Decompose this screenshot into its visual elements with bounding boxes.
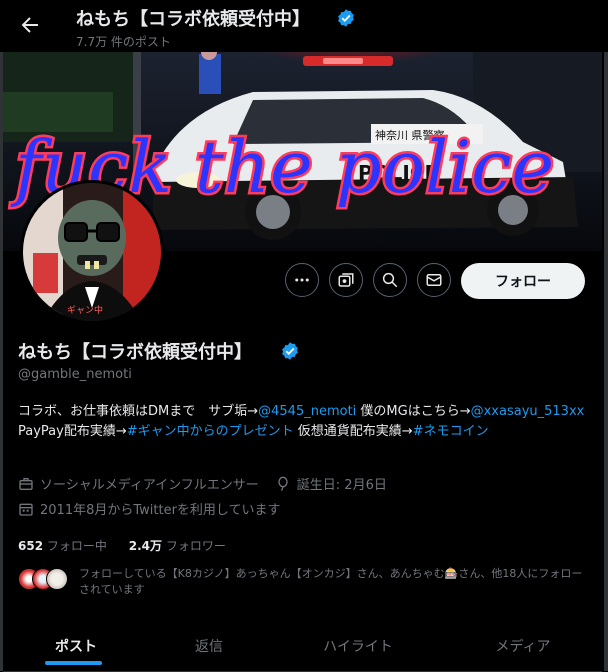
following-label: フォロー中 <box>46 539 107 553</box>
bio-text: 僕のMGはこちら→ <box>356 404 471 419</box>
tab-replies[interactable]: 返信 <box>149 620 269 671</box>
followers-link[interactable]: 2.4万 フォロワー <box>129 539 226 553</box>
user-handle: @gamble_nemoti <box>18 367 132 382</box>
following-link[interactable]: 652 フォロー中 <box>18 539 107 553</box>
bio: コラボ、お仕事依頼はDMまで サブ垢→@4545_nemoti 僕のMGはこちら… <box>18 402 588 442</box>
followed-by-row[interactable]: フォローしている【K8カジノ】あっちゃん【オンカジ】さん、あんちゃむ🎰さん、他1… <box>18 566 588 602</box>
bio-text: コラボ、お仕事依頼はDMまで サブ垢→ <box>18 404 259 419</box>
follower-avatar <box>46 568 68 590</box>
more-dots-icon <box>295 278 309 282</box>
verified-badge-icon[interactable] <box>336 8 356 28</box>
more-button[interactable] <box>285 263 319 297</box>
active-tab-indicator <box>45 661 102 665</box>
profile-meta-row: ソーシャルメディアインフルエンサー 誕生日: 2月6日 <box>18 474 387 493</box>
joined-date: 2011年8月からTwitterを利用しています <box>40 503 281 518</box>
tab-highlights[interactable]: ハイライト <box>293 620 423 671</box>
birthday-text: 誕生日: 2月6日 <box>296 478 387 493</box>
subscribe-button[interactable] <box>329 263 363 297</box>
bio-text: 仮想通貨配布実績→ <box>293 424 413 439</box>
subscribe-icon <box>338 273 354 287</box>
follow-button[interactable]: フォロー <box>461 263 585 299</box>
bio-hashtag-link[interactable]: #ギャン中からのプレゼント <box>127 424 294 439</box>
bio-mention-link[interactable]: @xxasayu_513xx <box>471 404 585 419</box>
message-button[interactable] <box>417 263 451 297</box>
profile-joined-row: 2011年8月からTwitterを利用しています <box>18 499 281 518</box>
followed-by-text: フォローしている【K8カジノ】あっちゃん【オンカジ】さん、あんちゃむ🎰さん、他1… <box>79 567 583 596</box>
bio-text: PayPay配布実績→ <box>18 424 127 439</box>
search-icon <box>382 272 398 288</box>
follow-stats: 652 フォロー中 2.4万 フォロワー <box>18 537 226 554</box>
verified-badge-icon[interactable] <box>280 341 300 361</box>
back-arrow-icon[interactable] <box>18 13 42 37</box>
envelope-icon <box>426 274 442 286</box>
display-name: ねもち【コラボ依頼受付中】 <box>18 342 252 363</box>
avatar-caption: ギャン中 <box>67 304 103 316</box>
briefcase-icon <box>19 477 33 490</box>
followers-count: 2.4万 <box>128 539 162 553</box>
profile-header-bar: ねもち【コラボ依頼受付中】 7.7万 件のポスト <box>0 0 608 52</box>
profile-category: ソーシャルメディアインフルエンサー <box>40 478 259 493</box>
balloon-icon <box>278 476 288 491</box>
tab-media[interactable]: メディア <box>463 620 583 671</box>
calendar-icon <box>19 503 33 516</box>
avatar[interactable]: ギャン中 <box>20 180 164 324</box>
followers-label: フォロワー <box>165 539 226 553</box>
bio-mention-link[interactable]: @4545_nemoti <box>258 404 356 419</box>
window-edge-right <box>604 0 608 671</box>
following-count: 652 <box>18 539 44 553</box>
search-profile-button[interactable] <box>373 263 407 297</box>
header-display-name: ねもち【コラボ依頼受付中】 <box>76 9 310 30</box>
post-count: 7.7万 件のポスト <box>76 35 171 49</box>
bio-hashtag-link[interactable]: #ネモコイン <box>413 424 489 439</box>
